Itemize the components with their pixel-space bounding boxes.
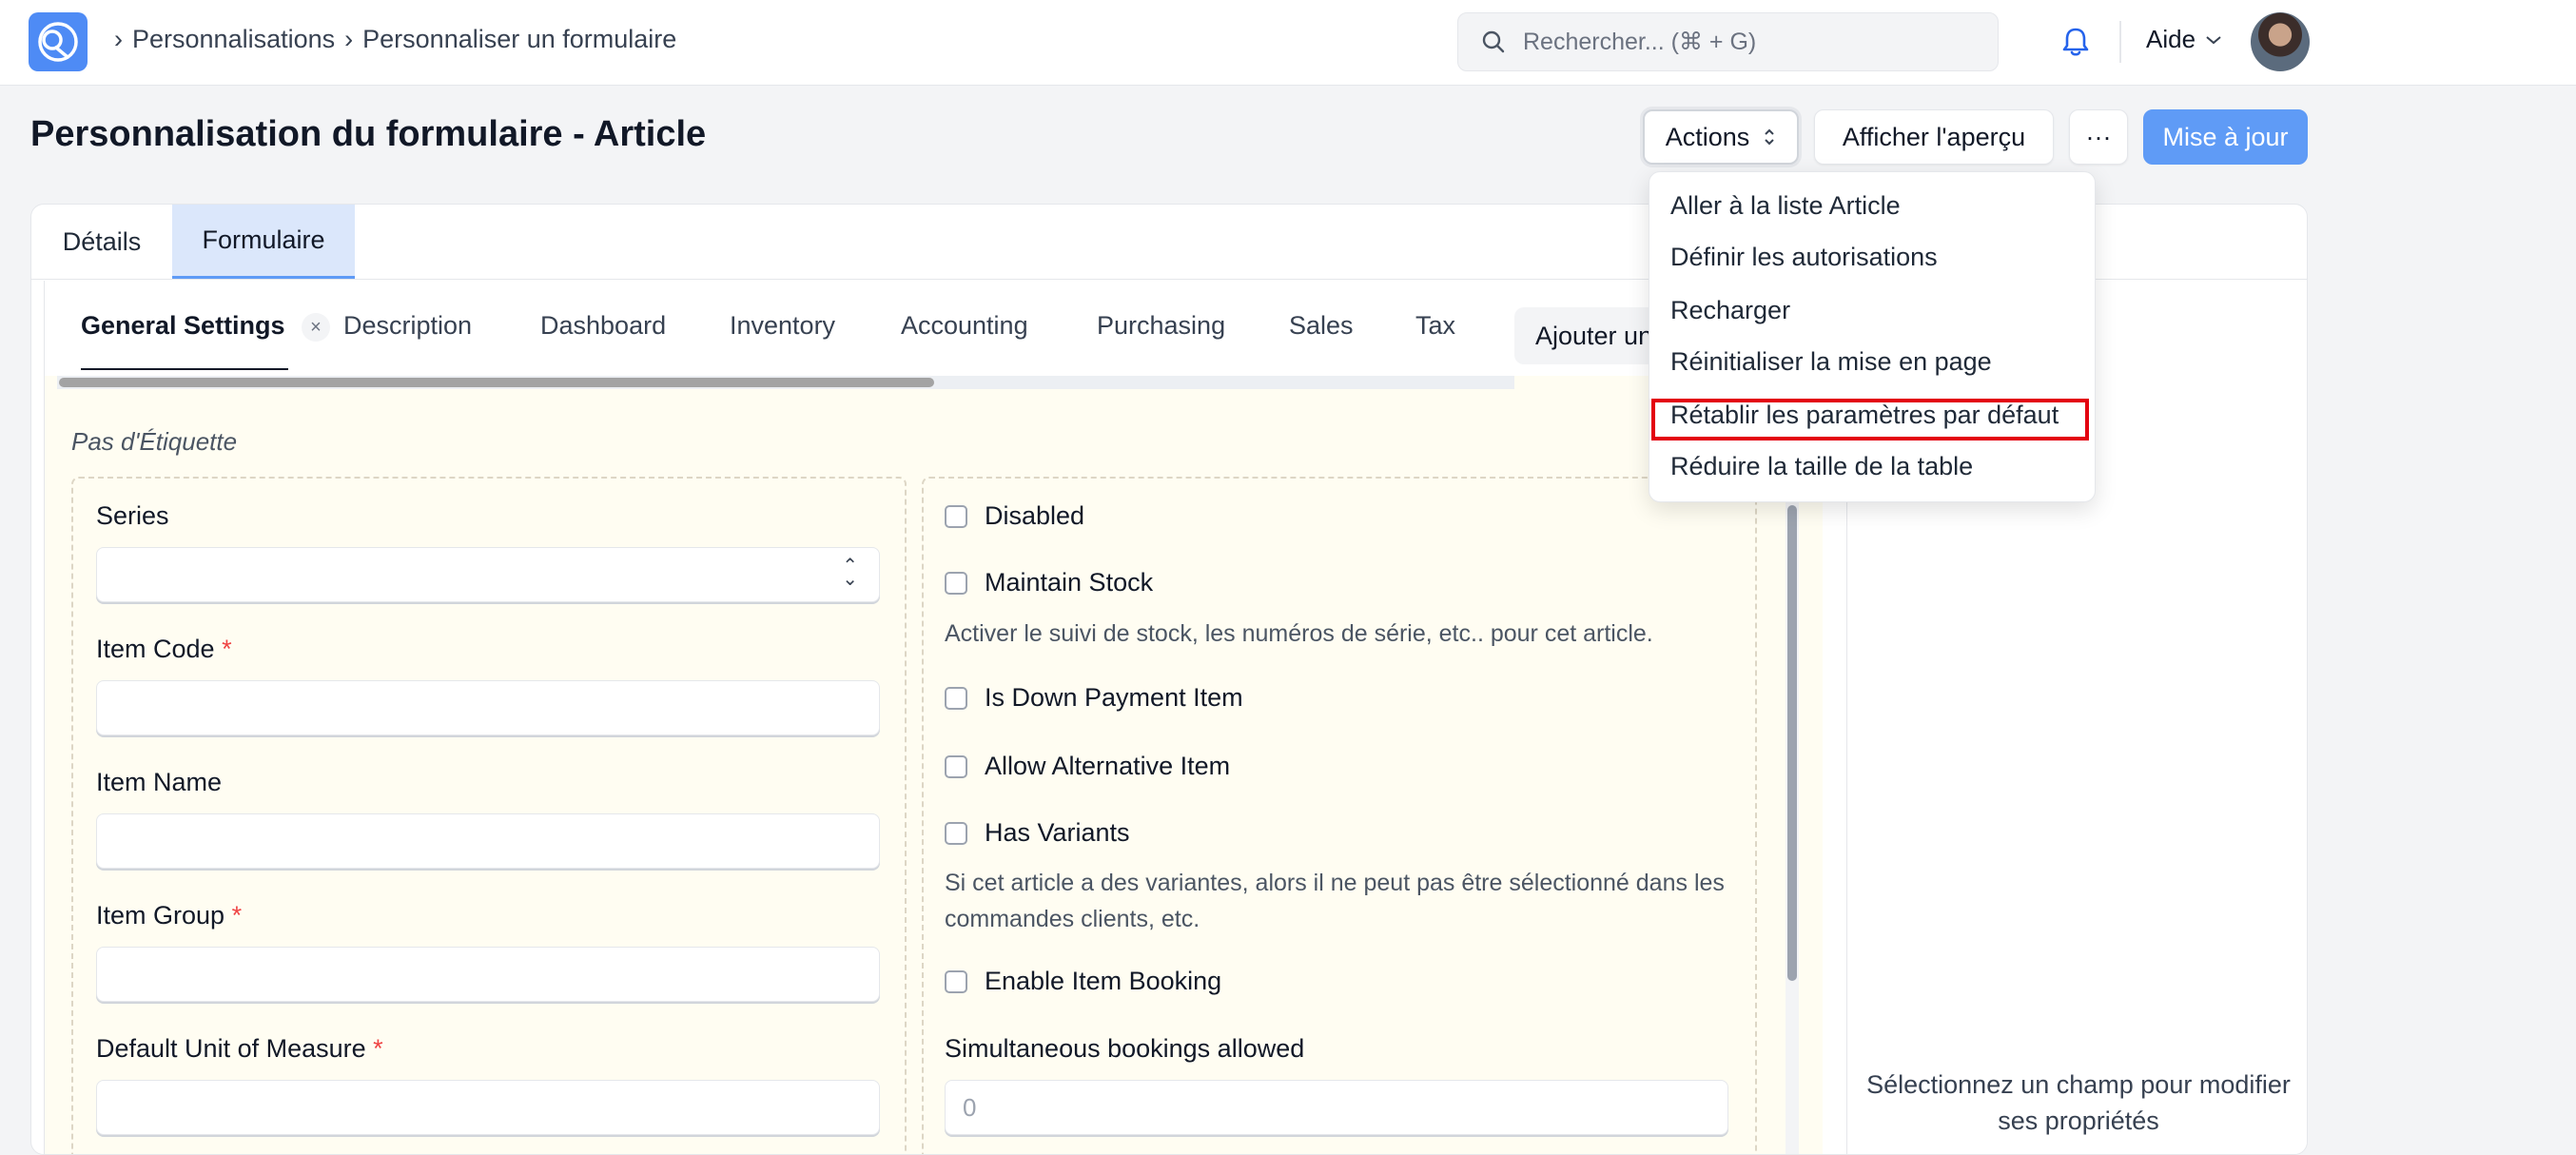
field-label-text: Item Group <box>96 901 225 930</box>
breadcrumb-separator: › <box>114 25 123 53</box>
scrollbar-thumb[interactable] <box>1787 505 1797 981</box>
user-avatar[interactable] <box>2251 12 2310 71</box>
checkbox-label: Allow Alternative Item <box>985 752 1231 780</box>
maintain-stock-help: Activer le suivi de stock, les numéros d… <box>945 620 1653 647</box>
section-tab-tax[interactable]: Tax <box>1415 311 1455 341</box>
disabled-checkbox-field[interactable]: Disabled <box>945 501 1084 531</box>
chevron-down-icon <box>2206 35 2221 44</box>
section-tab-accounting[interactable]: Accounting <box>901 311 1028 341</box>
update-button[interactable]: Mise à jour <box>2143 109 2308 165</box>
section-tab-purchasing[interactable]: Purchasing <box>1097 311 1225 341</box>
horizontal-scrollbar[interactable] <box>57 376 1514 389</box>
item-code-input[interactable] <box>96 680 880 735</box>
field-label-simultaneous-bookings[interactable]: Simultaneous bookings allowed <box>945 1034 1304 1064</box>
required-marker: * <box>373 1034 383 1063</box>
menu-item-reload[interactable]: Recharger <box>1670 296 1790 325</box>
help-label: Aide <box>2146 25 2196 53</box>
search-bar[interactable] <box>1457 12 1999 71</box>
form-builder: General Settings × Description Dashboard… <box>44 281 1824 1154</box>
checkbox[interactable] <box>945 969 967 993</box>
breadcrumb-item-customize-form[interactable]: Personnaliser un formulaire <box>362 25 676 54</box>
section-tab-general-settings[interactable]: General Settings <box>81 311 285 341</box>
checkbox-label: Disabled <box>985 501 1085 530</box>
close-icon[interactable]: × <box>302 313 330 342</box>
input-value: 0 <box>963 1092 977 1122</box>
item-booking-checkbox-field[interactable]: Enable Item Booking <box>945 967 1221 996</box>
properties-empty-message: Sélectionnez un champ pour modifier ses … <box>1866 1070 2291 1135</box>
default-uom-input[interactable] <box>96 1080 880 1135</box>
more-options-button[interactable]: ··· <box>2069 109 2128 165</box>
tab-details[interactable]: Détails <box>31 205 172 279</box>
checkbox[interactable] <box>945 754 967 778</box>
scrollbar-thumb[interactable] <box>59 378 934 387</box>
field-label-text: Item Code <box>96 635 215 663</box>
checkbox-label: Is Down Payment Item <box>985 683 1243 712</box>
checkbox[interactable] <box>945 686 967 710</box>
logo-icon <box>38 22 78 62</box>
select-arrows-icon <box>1765 128 1774 146</box>
menu-item-reset-defaults[interactable]: Rétablir les paramètres par défaut <box>1670 401 2059 430</box>
field-label-text: Default Unit of Measure <box>96 1034 366 1063</box>
menu-item-set-permissions[interactable]: Définir les autorisations <box>1670 243 1938 272</box>
checkbox-label: Maintain Stock <box>985 568 1154 597</box>
search-icon <box>1482 30 1505 53</box>
checkbox[interactable] <box>945 504 967 528</box>
field-label-item-group[interactable]: Item Group * <box>96 901 242 930</box>
help-dropdown[interactable]: Aide <box>2146 25 2222 54</box>
actions-label: Actions <box>1665 122 1750 151</box>
alternative-item-checkbox-field[interactable]: Allow Alternative Item <box>945 752 1230 781</box>
has-variants-checkbox-field[interactable]: Has Variants <box>945 818 1130 848</box>
checkbox[interactable] <box>945 571 967 595</box>
maintain-stock-checkbox-field[interactable]: Maintain Stock <box>945 568 1153 597</box>
field-label-text: Series <box>96 501 169 530</box>
notification-bell-icon[interactable] <box>2057 23 2095 61</box>
section-tab-dashboard[interactable]: Dashboard <box>540 311 666 341</box>
page-title: Personnalisation du formulaire - Article <box>30 114 707 154</box>
preview-button[interactable]: Afficher l'aperçu <box>1814 109 2054 165</box>
tab-form[interactable]: Formulaire <box>172 205 355 279</box>
field-label-series[interactable]: Series <box>96 501 169 531</box>
menu-item-go-to-list[interactable]: Aller à la liste Article <box>1670 191 1901 221</box>
simultaneous-bookings-input[interactable]: 0 <box>945 1080 1728 1135</box>
required-marker: * <box>222 635 232 663</box>
checkbox-label: Enable Item Booking <box>985 967 1222 995</box>
has-variants-help: Si cet article a des variantes, alors il… <box>945 870 1725 932</box>
search-input[interactable] <box>1521 27 1978 57</box>
breadcrumb-item-customizations[interactable]: Personnalisations <box>132 25 335 54</box>
section-tab-description[interactable]: Description <box>343 311 472 341</box>
form-column-2: Disabled Maintain Stock Activer le suivi… <box>922 477 1757 1154</box>
app-logo[interactable] <box>29 12 88 71</box>
down-payment-checkbox-field[interactable]: Is Down Payment Item <box>945 683 1243 713</box>
required-marker: * <box>231 901 243 930</box>
field-label-item-code[interactable]: Item Code * <box>96 635 232 664</box>
series-select[interactable]: ⌃ ⌄ <box>96 547 880 602</box>
item-group-input[interactable] <box>96 947 880 1002</box>
item-name-input[interactable] <box>96 813 880 869</box>
navbar-divider <box>2119 21 2121 63</box>
checkbox[interactable] <box>945 821 967 845</box>
breadcrumb: › Personnalisations › Personnaliser un f… <box>114 25 676 54</box>
top-navbar: › Personnalisations › Personnaliser un f… <box>0 0 2576 86</box>
section-tab-bar: General Settings × Description Dashboard… <box>45 281 1824 376</box>
section-tab-inventory[interactable]: Inventory <box>730 311 835 341</box>
menu-item-reset-layout[interactable]: Réinitialiser la mise en page <box>1670 347 1992 377</box>
menu-item-trim-table[interactable]: Réduire la taille de la table <box>1670 452 1973 481</box>
form-column-1: Series ⌃ ⌄ Item Code * Item Name Item Gro… <box>71 477 907 1154</box>
field-label-text: Item Name <box>96 768 223 796</box>
active-tab-underline <box>81 368 288 370</box>
field-label-item-name[interactable]: Item Name <box>96 768 222 797</box>
actions-dropdown-menu: Aller à la liste Article Définir les aut… <box>1649 171 2096 502</box>
field-label-default-uom[interactable]: Default Unit of Measure * <box>96 1034 383 1064</box>
select-arrows-icon: ⌃ ⌄ <box>842 556 858 590</box>
section-label[interactable]: Pas d'Étiquette <box>71 427 237 457</box>
checkbox-label: Has Variants <box>985 818 1130 847</box>
breadcrumb-separator: › <box>344 25 354 53</box>
vertical-scrollbar[interactable] <box>1786 477 1799 1154</box>
actions-button[interactable]: Actions <box>1643 109 1799 165</box>
section-tab-sales[interactable]: Sales <box>1289 311 1354 341</box>
